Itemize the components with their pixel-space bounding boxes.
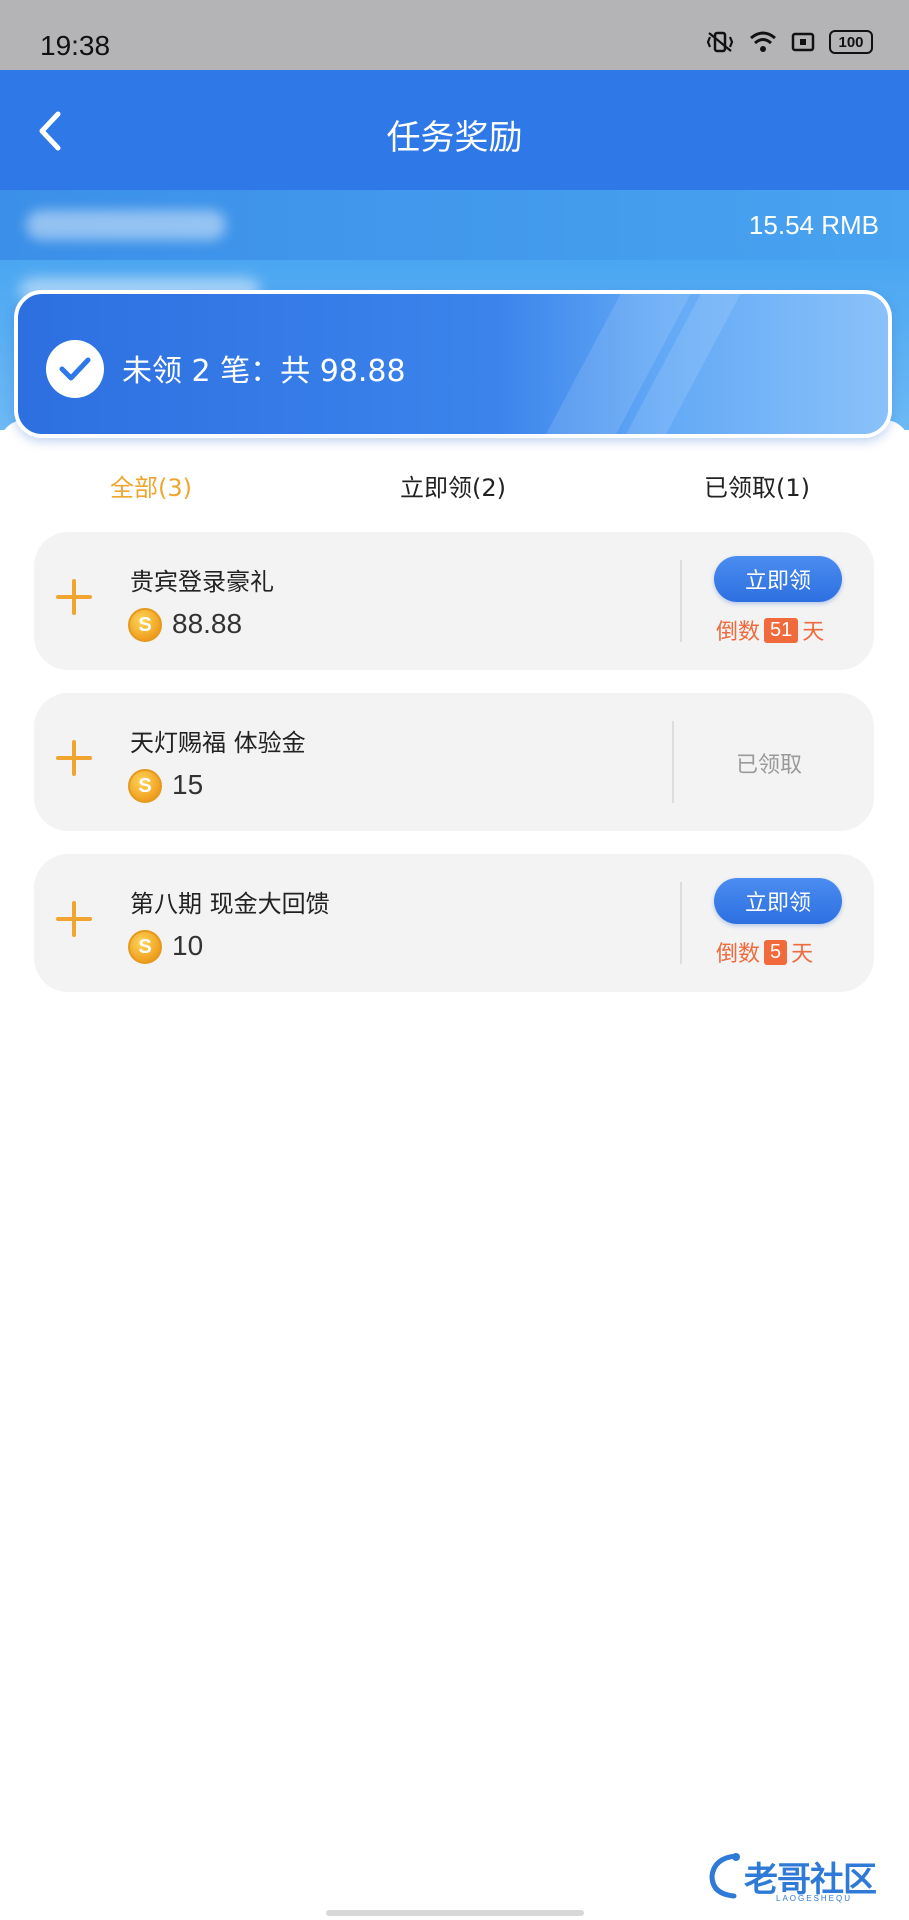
divider [672, 721, 674, 803]
coin-icon: S [128, 608, 162, 642]
countdown-suffix: 天 [802, 620, 825, 645]
countdown-days: 5 [764, 939, 788, 965]
header: 任务奖励 [0, 70, 909, 190]
countdown-days: 51 [764, 617, 799, 643]
watermark-subtext: LAOGESHEQU [776, 1894, 853, 1903]
coin-icon: S [128, 930, 162, 964]
coin-icon: S [128, 769, 162, 803]
watermark-logo: 老哥社区 LAOGESHEQU [706, 1850, 892, 1908]
countdown-prefix: 倒数 [716, 620, 761, 645]
tab-all[interactable]: 全部(3) [110, 468, 192, 503]
reward-amount: 10 [172, 930, 204, 961]
vibrate-icon [706, 31, 734, 53]
reward-name: 天灯赐福 体验金 [130, 729, 306, 757]
reward-card: 天灯赐福 体验金 S 15 已领取 [34, 693, 874, 831]
battery-icon: 100 [829, 30, 873, 54]
plus-icon[interactable] [56, 901, 92, 937]
reward-card: 贵宾登录豪礼 S 88.88 立即领 倒数 51 天 [34, 532, 874, 670]
countdown-prefix: 倒数 [716, 942, 761, 967]
home-indicator[interactable] [326, 1910, 584, 1916]
countdown: 倒数 5 天 [716, 936, 813, 968]
summary-text: 未领 2 笔：共 98.88 [122, 354, 406, 389]
blurred-account-info [26, 210, 226, 240]
reward-card: 第八期 现金大回馈 S 10 立即领 倒数 5 天 [34, 854, 874, 992]
plus-icon[interactable] [56, 740, 92, 776]
tab-claimed[interactable]: 已领取(1) [704, 468, 810, 503]
divider [680, 882, 682, 964]
check-icon [46, 340, 104, 398]
reward-amount: 88.88 [172, 608, 243, 639]
page-title: 任务奖励 [386, 118, 523, 158]
reward-name: 贵宾登录豪礼 [130, 568, 274, 596]
countdown: 倒数 51 天 [716, 614, 824, 646]
status-bar: 19:38 100 [0, 0, 909, 70]
status-time: 19:38 [40, 30, 111, 61]
claimed-status: 已领取 [736, 753, 803, 778]
balance-bar: 15.54 RMB [0, 190, 909, 260]
claim-button[interactable]: 立即领 [714, 556, 842, 602]
countdown-suffix: 天 [791, 942, 814, 967]
balance-value: 15.54 RMB [748, 210, 879, 240]
plus-icon[interactable] [56, 579, 92, 615]
summary-card: 未领 2 笔：共 98.88 [14, 290, 892, 438]
reward-amount: 15 [172, 769, 204, 800]
tab-claimable[interactable]: 立即领(2) [400, 468, 506, 503]
claim-button[interactable]: 立即领 [714, 878, 842, 924]
dragon-icon [709, 1853, 740, 1899]
divider [680, 560, 682, 642]
reward-name: 第八期 现金大回馈 [130, 890, 330, 918]
wifi-icon [750, 31, 776, 52]
status-icons: 100 [705, 30, 873, 54]
screen-icon [791, 32, 815, 52]
